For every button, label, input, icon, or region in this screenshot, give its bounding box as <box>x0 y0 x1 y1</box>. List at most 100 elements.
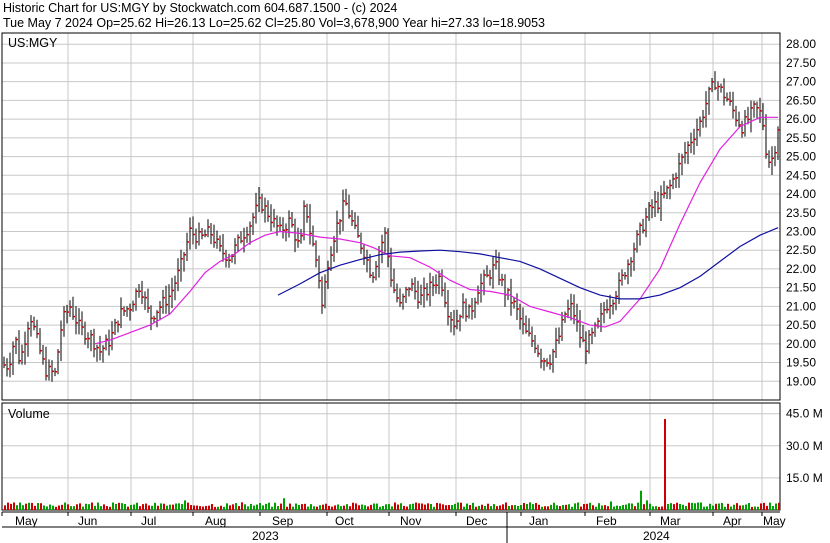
volume-bar <box>181 504 183 510</box>
volume-bar <box>154 502 156 510</box>
volume-bar <box>730 506 732 510</box>
volume-bar <box>751 506 753 510</box>
volume-bar <box>169 504 171 510</box>
price-tick-label: 27.50 <box>786 56 816 70</box>
month-label: Oct <box>335 514 354 528</box>
volume-bar <box>745 504 747 510</box>
volume-bar <box>88 504 90 510</box>
ohlc-bar <box>9 352 12 378</box>
volume-bar <box>31 502 33 510</box>
volume-bar <box>700 502 702 510</box>
volume-bars <box>4 419 780 510</box>
volume-bar <box>67 504 69 510</box>
ohlc-bar <box>678 153 681 188</box>
ohlc-bar <box>441 269 444 297</box>
ohlc-bar <box>537 344 540 358</box>
volume-bar <box>130 504 132 510</box>
ohlc-bar <box>216 230 219 249</box>
ohlc-bar <box>411 278 414 292</box>
volume-bar <box>694 503 696 510</box>
volume-bar <box>289 503 291 510</box>
ohlc-bar <box>207 219 210 238</box>
volume-bar <box>472 502 474 510</box>
ohlc-bar <box>624 272 627 280</box>
ohlc-bar <box>558 327 561 344</box>
month-label: Jun <box>78 514 97 528</box>
ohlc-bar <box>114 318 117 336</box>
volume-bar <box>337 504 339 510</box>
volume-bar <box>121 503 123 510</box>
volume-bar <box>502 504 504 510</box>
ohlc-bar <box>144 291 147 310</box>
volume-bar <box>421 503 423 510</box>
ohlc-bar <box>15 336 18 354</box>
ohlc-bar <box>435 274 438 294</box>
ohlc-bar <box>732 91 735 119</box>
volume-bar <box>544 506 546 510</box>
volume-bar <box>112 502 114 510</box>
ohlc-bar <box>270 204 273 232</box>
volume-bar <box>490 506 492 510</box>
volume-bar <box>718 503 720 510</box>
ohlc-bar <box>288 210 291 238</box>
volume-bar <box>37 503 39 510</box>
ohlc-bar <box>147 288 150 313</box>
ohlc-bar <box>657 191 660 214</box>
ohlc-bar <box>753 100 756 118</box>
ohlc-bar <box>309 204 312 245</box>
volume-bar <box>355 503 357 510</box>
price-tick-label: 25.50 <box>786 131 816 145</box>
volume-bar <box>220 505 222 510</box>
ohlc-bar <box>357 215 360 238</box>
ohlc-bar <box>417 280 420 309</box>
volume-bar <box>400 503 402 510</box>
ohlc-bar <box>720 83 723 93</box>
volume-bar <box>484 505 486 510</box>
volume-bar <box>673 504 675 510</box>
ohlc-bar <box>126 306 129 317</box>
volume-bar <box>679 503 681 510</box>
volume-bar <box>142 504 144 510</box>
volume-bar <box>427 503 429 510</box>
volume-bar <box>430 503 432 510</box>
volume-bar <box>724 506 726 510</box>
price-tick-label: 21.00 <box>786 299 816 313</box>
ohlc-bar <box>666 185 669 199</box>
ohlc-bar <box>672 173 675 190</box>
ohlc-bar <box>162 289 165 314</box>
ohlc-bar <box>504 274 507 307</box>
ohlc-bar <box>6 358 9 377</box>
ohlc-bar <box>342 189 345 232</box>
ohlc-bar <box>630 257 633 277</box>
volume-bar <box>307 506 309 510</box>
ohlc-bar <box>369 254 372 279</box>
volume-bar <box>100 506 102 510</box>
ohlc-bar <box>201 228 204 240</box>
volume-bar <box>556 505 558 510</box>
ohlc-bar <box>684 141 687 164</box>
volume-bar <box>721 502 723 510</box>
volume-bar <box>547 506 549 510</box>
volume-bar <box>157 505 159 510</box>
volume-bar <box>733 504 735 510</box>
volume-bar <box>382 505 384 510</box>
volume-bar <box>283 498 285 510</box>
volume-bar <box>628 503 630 510</box>
volume-bar <box>580 506 582 510</box>
volume-bar <box>379 506 381 510</box>
volume-bar <box>265 503 267 510</box>
ohlc-bar <box>486 265 489 278</box>
month-label: May <box>15 514 38 528</box>
volume-bar <box>646 500 648 510</box>
volume-bar <box>376 503 378 510</box>
ohlc-bar <box>660 185 663 222</box>
volume-bar <box>103 504 105 510</box>
ohlc-bar <box>138 284 141 298</box>
ohlc-bar <box>150 305 153 331</box>
volume-bar <box>520 505 522 510</box>
price-tick-label: 27.00 <box>786 75 816 89</box>
volume-bar <box>457 502 459 510</box>
volume-bar <box>133 504 135 510</box>
volume-bar <box>550 504 552 510</box>
volume-bar <box>475 506 477 510</box>
